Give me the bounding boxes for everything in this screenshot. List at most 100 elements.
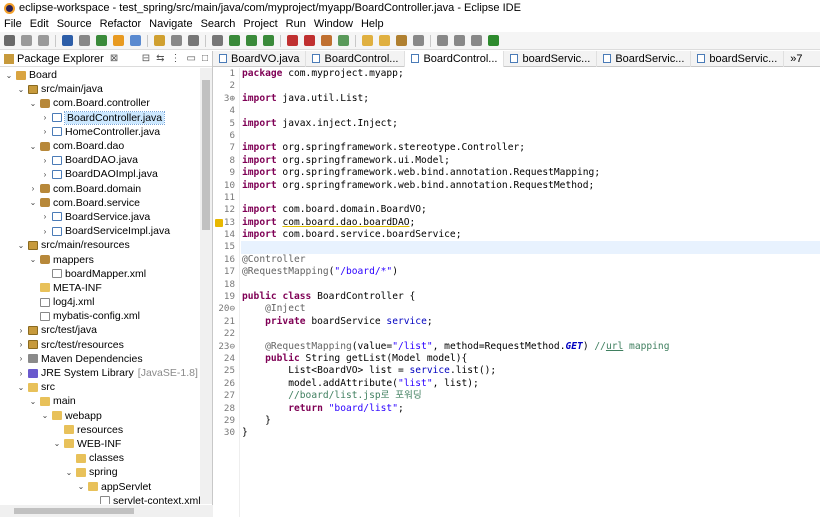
code-line[interactable]: public class BoardController { [241, 291, 820, 303]
expand-arrow-icon[interactable]: › [16, 340, 26, 349]
tree-item[interactable]: ⌄ com.Board.controller [0, 96, 200, 110]
tree-item[interactable]: resources [0, 423, 200, 437]
code-line[interactable]: import com.board.service.boardService; [241, 229, 820, 241]
menu-item-refactor[interactable]: Refactor [100, 18, 142, 30]
code-line[interactable]: } [241, 427, 820, 439]
close-icon[interactable]: ⊠ [110, 53, 118, 64]
code-line[interactable]: import org.springframework.stereotype.Co… [241, 142, 820, 154]
menu-item-search[interactable]: Search [201, 18, 236, 30]
code-line[interactable]: @RequestMapping(value="/list", method=Re… [241, 341, 820, 353]
tree-item[interactable]: ⌄ src/main/java [0, 82, 200, 96]
toolbar-button-icon[interactable] [321, 35, 332, 46]
expand-arrow-icon[interactable]: ⌄ [28, 397, 38, 406]
toolbar-button-icon[interactable] [188, 35, 199, 46]
code-line[interactable]: import com.board.domain.BoardVO; [241, 204, 820, 216]
code-body[interactable]: package com.myproject.myapp; import java… [241, 68, 820, 440]
expand-arrow-icon[interactable]: › [40, 113, 50, 122]
toolbar-button-icon[interactable] [21, 35, 32, 46]
code-line[interactable]: public String getList(Model model){ [241, 353, 820, 365]
code-line[interactable]: import org.springframework.ui.Model; [241, 155, 820, 167]
tree-item[interactable]: mybatis-config.xml [0, 309, 200, 323]
toolbar-button-icon[interactable] [96, 35, 107, 46]
link-editor-icon[interactable]: ⇆ [156, 53, 164, 64]
tree-item[interactable]: › BoardController.java [0, 110, 200, 125]
menu-item-project[interactable]: Project [243, 18, 277, 30]
expand-arrow-icon[interactable]: ⌄ [28, 142, 38, 151]
toolbar-button-icon[interactable] [488, 35, 499, 46]
expand-arrow-icon[interactable]: › [40, 156, 50, 165]
scroll-thumb[interactable] [202, 80, 210, 230]
tree-item[interactable]: ⌄ main [0, 394, 200, 408]
tree-item[interactable]: boardMapper.xml [0, 267, 200, 281]
toolbar-button-icon[interactable] [437, 35, 448, 46]
expand-arrow-icon[interactable]: ⌄ [64, 468, 74, 477]
code-line[interactable]: //board/list.jsp로 포워딩 [241, 390, 820, 402]
menu-item-source[interactable]: Source [57, 18, 92, 30]
tree-item[interactable]: › Maven Dependencies [0, 352, 200, 366]
code-line[interactable]: import org.springframework.web.bind.anno… [241, 167, 820, 179]
expand-arrow-icon[interactable]: › [16, 326, 26, 335]
tree-item[interactable]: META-INF [0, 281, 200, 295]
tree-item[interactable]: › HomeController.java [0, 125, 200, 139]
tree-item[interactable]: ⌄ Board [0, 68, 200, 82]
code-line[interactable]: import com.board.dao.boardDAO; [241, 217, 820, 229]
tree-item[interactable]: › BoardDAOImpl.java [0, 167, 200, 181]
toolbar-button-icon[interactable] [287, 35, 298, 46]
expand-arrow-icon[interactable]: ⌄ [16, 241, 26, 250]
toolbar-button-icon[interactable] [454, 35, 465, 46]
code-line[interactable] [241, 192, 820, 204]
tree-item[interactable]: ⌄ webapp [0, 409, 200, 423]
tree-item[interactable]: ⌄ mappers [0, 252, 200, 266]
toolbar-button-icon[interactable] [62, 35, 73, 46]
view-menu-icon[interactable]: ⋮ [171, 53, 181, 64]
tree-item[interactable]: servlet-context.xml [0, 494, 200, 504]
minimize-icon[interactable]: ▭ [187, 53, 196, 64]
toolbar-button-icon[interactable] [113, 35, 124, 46]
expand-arrow-icon[interactable]: ⌄ [28, 198, 38, 207]
code-line[interactable]: private boardService service; [241, 316, 820, 328]
tree-item[interactable]: ⌄ src/main/resources [0, 238, 200, 252]
editor-tab[interactable]: boardServic... [691, 50, 785, 67]
expand-arrow-icon[interactable]: › [40, 227, 50, 236]
code-line[interactable] [241, 80, 820, 92]
expand-arrow-icon[interactable]: ⌄ [76, 482, 86, 491]
expand-arrow-icon[interactable]: ⌄ [40, 411, 50, 420]
code-line[interactable]: import java.util.List; [241, 93, 820, 105]
toolbar-button-icon[interactable] [171, 35, 182, 46]
code-line[interactable] [241, 241, 820, 254]
toolbar-button-icon[interactable] [362, 35, 373, 46]
expand-arrow-icon[interactable]: ⌄ [28, 255, 38, 264]
expand-arrow-icon[interactable]: › [16, 369, 26, 378]
toolbar-button-icon[interactable] [154, 35, 165, 46]
code-line[interactable]: import org.springframework.web.bind.anno… [241, 180, 820, 192]
warning-icon[interactable] [215, 218, 223, 227]
toolbar-button-icon[interactable] [379, 35, 390, 46]
toolbar-button-icon[interactable] [130, 35, 141, 46]
code-line[interactable]: @RequestMapping("/board/*") [241, 266, 820, 278]
code-line[interactable] [241, 279, 820, 291]
menu-item-file[interactable]: File [4, 18, 22, 30]
tree-horizontal-scrollbar[interactable] [0, 505, 213, 517]
tree-item[interactable]: ⌄ spring [0, 465, 200, 479]
code-line[interactable]: @Controller [241, 254, 820, 266]
toolbar-button-icon[interactable] [471, 35, 482, 46]
expand-arrow-icon[interactable]: › [16, 354, 26, 363]
toolbar-button-icon[interactable] [263, 35, 274, 46]
toolbar-button-icon[interactable] [338, 35, 349, 46]
menu-item-navigate[interactable]: Navigate [149, 18, 192, 30]
tree-item[interactable]: ⌄ appServlet [0, 479, 200, 493]
code-line[interactable]: @Inject [241, 303, 820, 315]
package-explorer-tab[interactable]: Package Explorer ⊠ ⊟ ⇆ ⋮ ▭ □ [0, 51, 212, 67]
toolbar-button-icon[interactable] [396, 35, 407, 46]
menu-item-edit[interactable]: Edit [30, 18, 49, 30]
toolbar-button-icon[interactable] [212, 35, 223, 46]
expand-arrow-icon[interactable]: › [28, 184, 38, 193]
tree-item[interactable]: › BoardDAO.java [0, 153, 200, 167]
code-line[interactable]: return "board/list"; [241, 403, 820, 415]
expand-arrow-icon[interactable]: ⌄ [16, 383, 26, 392]
toolbar-button-icon[interactable] [4, 35, 15, 46]
editor-tab[interactable]: BoardControl... [405, 50, 505, 67]
expand-arrow-icon[interactable]: › [40, 127, 50, 136]
expand-arrow-icon[interactable]: ⌄ [4, 71, 14, 80]
editor-tab[interactable]: boardServic... [504, 50, 598, 67]
